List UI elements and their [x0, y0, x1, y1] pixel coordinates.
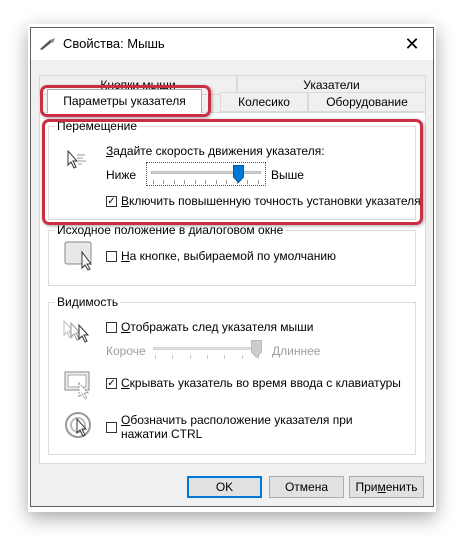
apply-button[interactable]: Применить — [349, 476, 424, 498]
ctrl-locate-label: Обозначить расположение указателя при на… — [121, 413, 353, 441]
hide-pointer-icon — [64, 371, 96, 401]
speed-slider-thumb[interactable] — [233, 165, 245, 183]
trails-long-label: Длиннее — [272, 344, 321, 358]
close-button[interactable]: ✕ — [391, 28, 433, 60]
tab-label: Оборудование — [326, 95, 408, 109]
speed-label: Задайте скорость движения указателя: — [106, 144, 325, 158]
locate-pointer-icon — [64, 411, 94, 441]
trails-label: Отображать след указателя мыши — [121, 320, 314, 334]
title-bar: Свойства: Мышь ✕ — [31, 28, 433, 60]
trails-slider-track — [153, 347, 261, 350]
cancel-button[interactable]: Отмена — [269, 476, 344, 498]
ok-button[interactable]: OK — [187, 476, 262, 498]
pointer-speed-icon — [66, 147, 88, 173]
speed-slider[interactable] — [146, 162, 266, 186]
trails-short-label: Короче — [106, 344, 146, 358]
precision-label: Включить повышенную точность установки у… — [121, 194, 421, 208]
precision-checkbox[interactable]: ✓ — [106, 196, 117, 207]
mouse-pointer-icon — [39, 37, 57, 51]
window-title: Свойства: Мышь — [63, 36, 165, 51]
pointer-trails-icon — [62, 319, 96, 345]
motion-group-title: Перемещение — [55, 119, 139, 133]
ctrl-locate-checkbox[interactable] — [106, 422, 117, 433]
tab-hardware[interactable]: Оборудование — [308, 92, 426, 112]
close-icon: ✕ — [404, 33, 420, 54]
trails-checkbox[interactable] — [106, 322, 117, 333]
tab-panel: Перемещение Задайте скорость движения ук… — [39, 112, 426, 464]
snap-to-button-icon — [64, 241, 100, 271]
tab-label: Колесико — [238, 95, 290, 109]
speed-fast-label: Выше — [271, 168, 304, 182]
tab-label: Параметры указателя — [63, 94, 186, 108]
tab-pointer-options[interactable]: Параметры указателя — [47, 89, 202, 113]
trails-slider[interactable] — [153, 339, 263, 361]
hide-pointer-label: Скрывать указатель во время ввода с клав… — [121, 376, 401, 390]
speed-slider-track — [151, 171, 261, 174]
speed-slow-label: Ниже — [106, 168, 137, 182]
mouse-properties-window: Свойства: Мышь ✕ Кнопки мыши Указатели К… — [30, 27, 434, 507]
snap-label: На кнопке, выбираемой по умолчанию — [121, 249, 337, 263]
snap-checkbox[interactable] — [106, 251, 117, 262]
tab-wheel[interactable]: Колесико — [220, 92, 308, 112]
trails-slider-thumb[interactable] — [251, 340, 262, 358]
visibility-group-title: Видимость — [55, 295, 121, 309]
snap-group-title: Исходное положение в диалоговом окне — [55, 223, 286, 237]
hide-pointer-checkbox[interactable]: ✓ — [106, 378, 117, 389]
tab-label: Указатели — [303, 78, 360, 92]
trails-slider-ticks — [155, 355, 259, 360]
